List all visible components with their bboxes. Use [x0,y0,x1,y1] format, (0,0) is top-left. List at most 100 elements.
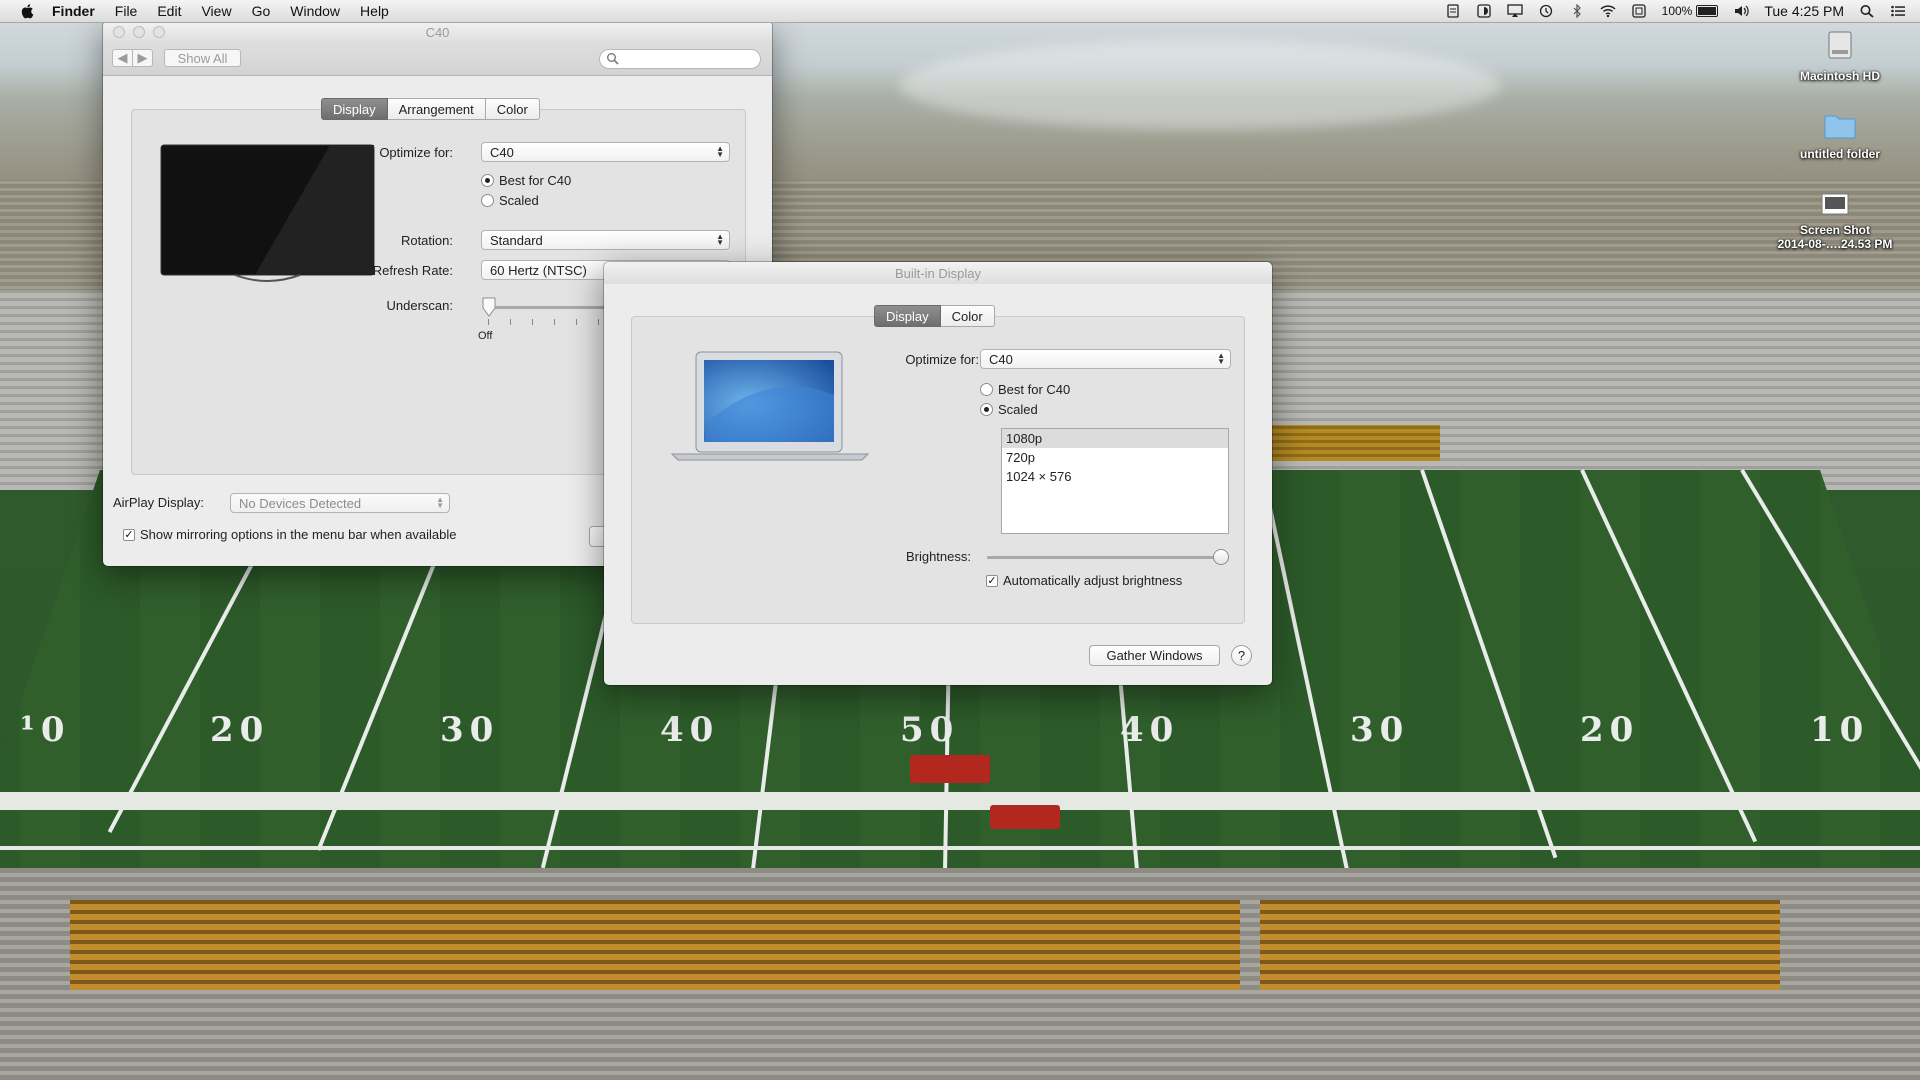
menu-view[interactable]: View [201,3,231,19]
checkmark-icon: ✓ [986,574,998,587]
rotation-select[interactable]: Standard ▲ ▼ [481,230,730,250]
volume-icon[interactable] [1733,4,1750,18]
resolution-option-1024x576[interactable]: 1024 × 576 [1002,467,1228,486]
battery-percent: 100% [1661,4,1693,18]
brightness-slider-track[interactable] [987,556,1221,559]
builtin-title-bar[interactable]: Built-in Display [604,262,1272,284]
radio-best-for-c40[interactable]: Best for C40 [980,382,1070,397]
resolution-option-720p[interactable]: 720p [1002,448,1228,467]
menu-go[interactable]: Go [252,3,271,19]
select-arrows-icon: ▲ ▼ [436,495,444,510]
spotlight-search-icon[interactable] [1859,4,1875,18]
optimize-for-select[interactable]: C40 ▲ ▼ [980,349,1231,369]
underscan-label: Underscan: [386,298,453,313]
rotation-value: Standard [490,232,543,248]
brightness-slider-knob[interactable] [1213,549,1229,565]
show-all-button[interactable]: Show All [164,49,241,67]
resolution-option-1080p[interactable]: 1080p [1002,429,1228,448]
time-machine-icon[interactable] [1538,4,1554,18]
tab-display[interactable]: Display [321,98,388,120]
builtin-tab-bar: Display Color [874,305,995,327]
menu-edit[interactable]: Edit [157,3,181,19]
radio-dot-checked [980,403,993,416]
auto-brightness-checkbox[interactable]: ✓ Automatically adjust brightness [986,573,1182,588]
folder-icon [1824,115,1856,139]
apple-icon[interactable] [20,3,36,19]
select-arrows-icon: ▲ ▼ [1217,351,1225,366]
bluetooth-icon[interactable] [1569,4,1585,18]
select-arrows-icon: ▲ ▼ [716,232,724,247]
underscan-off-label: Off [478,330,493,342]
radio-label: Scaled [499,193,539,208]
radio-label: Best for C40 [499,173,572,188]
contrast-icon[interactable] [1476,4,1492,18]
radio-best-for-c40[interactable]: Best for C40 [481,173,571,188]
battery-status[interactable]: 100% [1662,4,1719,18]
radio-scaled[interactable]: Scaled [481,193,539,208]
optimize-label: Optimize for: [905,352,979,367]
builtin-display-window: Built-in Display Display Color Optimize … [604,262,1272,685]
tab-color[interactable]: Color [940,305,995,327]
c40-title-bar[interactable]: C40 [103,21,772,43]
tab-color[interactable]: Color [485,98,540,120]
radio-scaled[interactable]: Scaled [980,402,1038,417]
desktop-icon-macintosh-hd[interactable]: Macintosh HD [1770,28,1910,83]
radio-label: Scaled [998,402,1038,417]
select-arrows-icon: ▲ ▼ [716,144,724,159]
tab-display[interactable]: Display [874,305,941,327]
battery-icon [1696,5,1719,17]
airplay-display-select[interactable]: No Devices Detected ▲ ▼ [230,493,450,513]
airplay-display-value: No Devices Detected [239,495,362,511]
menubar-clock[interactable]: Tue 4:25 PM [1764,3,1844,19]
tv-display-icon [160,144,375,282]
screenshot-file-icon [1821,193,1849,215]
forward-button[interactable]: ▶ [132,49,153,67]
desktop-icon-label: Screen Shot [1799,223,1871,237]
wifi-icon[interactable] [1600,4,1616,18]
optimize-for-select[interactable]: C40 ▲ ▼ [481,142,730,162]
menu-help[interactable]: Help [360,3,389,19]
refresh-rate-label: Refresh Rate: [372,263,453,278]
radio-dot [481,194,494,207]
desktop-icon-label-2: 2014-08-….24.53 PM [1777,237,1893,251]
optimize-for-value: C40 [989,351,1013,367]
menu-bar: Finder File Edit View Go Window Help 100… [0,0,1920,23]
menu-file[interactable]: File [115,3,138,19]
mirroring-options-checkbox[interactable]: ✓ Show mirroring options in the menu bar… [123,527,457,542]
refresh-rate-value: 60 Hertz (NTSC) [490,262,587,278]
airplay-display-label: AirPlay Display: [113,495,205,510]
radio-dot-checked [481,174,494,187]
desktop-icon-label: untitled folder [1800,147,1880,161]
checkbox-label: Show mirroring options in the menu bar w… [140,527,457,542]
radio-label: Best for C40 [998,382,1071,397]
back-button[interactable]: ◀ [112,49,133,67]
checkbox-label: Automatically adjust brightness [1003,573,1183,588]
menu-finder[interactable]: Finder [52,3,95,19]
search-icon [607,53,619,65]
help-button[interactable]: ? [1231,645,1252,666]
hard-drive-icon [1828,31,1852,59]
desktop-icon-label: Macintosh HD [1799,69,1880,83]
airplay-icon[interactable] [1507,4,1523,18]
desktop-icon-untitled-folder[interactable]: untitled folder [1770,110,1910,161]
gather-windows-button[interactable]: Gather Windows [1089,645,1220,666]
macbook-display-icon [670,351,870,461]
optimize-for-value: C40 [490,144,514,160]
optimize-label: Optimize for: [379,145,453,160]
c40-toolbar: ◀ ▶ Show All [103,43,772,76]
brightness-label: Brightness: [905,549,971,564]
rotation-label: Rotation: [400,233,453,248]
notification-center-icon[interactable] [1890,4,1906,18]
underscan-slider-knob[interactable] [481,297,497,317]
desktop-icon-screen-shot[interactable]: Screen Shot 2014-08-….24.53 PM [1765,192,1905,251]
search-input[interactable] [599,49,761,69]
checkmark-icon: ✓ [123,528,135,541]
input-source-icon[interactable] [1631,4,1647,18]
tab-arrangement[interactable]: Arrangement [387,98,486,120]
chevron-left-icon: ◀ [117,50,128,65]
resolution-list[interactable]: 1080p 720p 1024 × 576 [1001,428,1229,534]
radio-dot [980,383,993,396]
menu-window[interactable]: Window [290,3,340,19]
drive-icon[interactable] [1445,4,1461,18]
window-title: Built-in Display [895,266,981,281]
